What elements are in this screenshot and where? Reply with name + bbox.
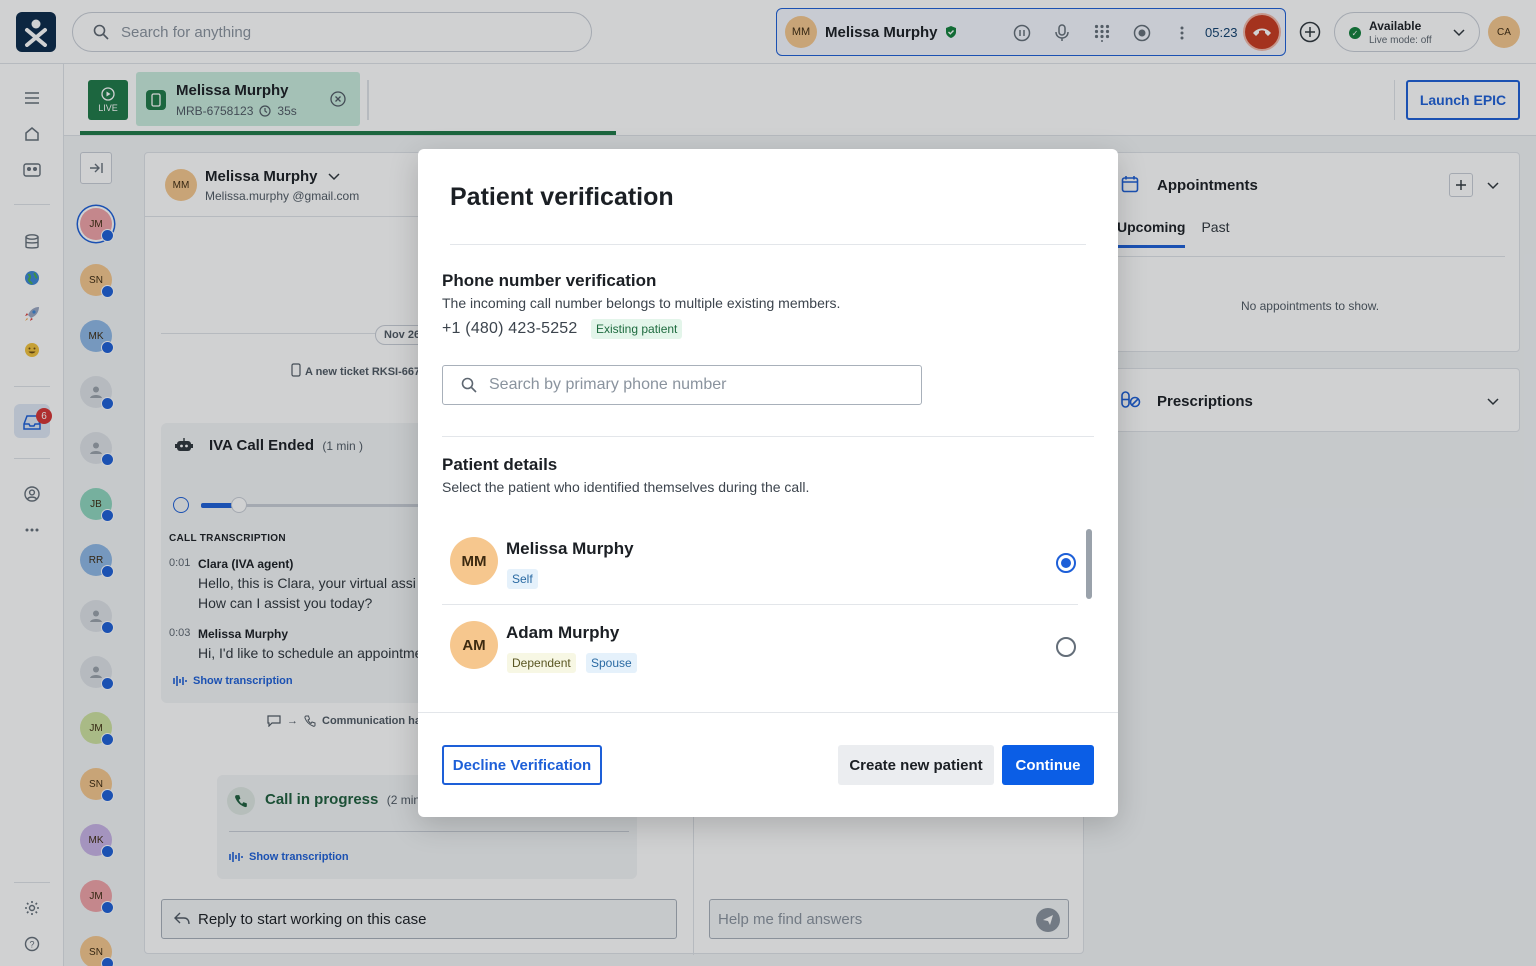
relationship-badge: Spouse [586,653,637,673]
patient-details-heading: Patient details [442,455,558,474]
search-icon [461,377,477,393]
patient-details-subtext: Select the patient who identified themse… [442,479,810,495]
dialog-title: Patient verification [450,183,674,211]
phone-search-input[interactable]: Search by primary phone number [442,365,922,405]
patient-name: Adam Murphy [506,623,620,642]
relationship-badge: Dependent [507,653,576,673]
patient-avatar: AM [450,621,498,669]
patient-option-row[interactable]: MM Melissa Murphy Self [442,529,1078,609]
relationship-badge: Self [507,569,538,589]
patient-radio-selected[interactable] [1056,553,1076,573]
patient-avatar: MM [450,537,498,585]
existing-patient-badge: Existing patient [591,319,683,339]
phone-search-placeholder: Search by primary phone number [489,376,727,393]
patient-option-row[interactable]: AM Adam Murphy Dependent Spouse [442,613,1078,693]
scrollbar-thumb[interactable] [1086,529,1092,599]
patient-radio[interactable] [1056,637,1076,657]
continue-button[interactable]: Continue [1002,745,1094,785]
phone-verification-subtext: The incoming call number belongs to mult… [442,295,841,311]
decline-verification-button[interactable]: Decline Verification [442,745,602,785]
phone-verification-heading: Phone number verification [442,271,657,290]
create-new-patient-button[interactable]: Create new patient [838,745,994,785]
incoming-phone-number: +1 (480) 423-5252 [442,320,578,337]
patient-verification-dialog: Patient verification Phone number verifi… [418,149,1118,817]
patient-name: Melissa Murphy [506,539,634,558]
